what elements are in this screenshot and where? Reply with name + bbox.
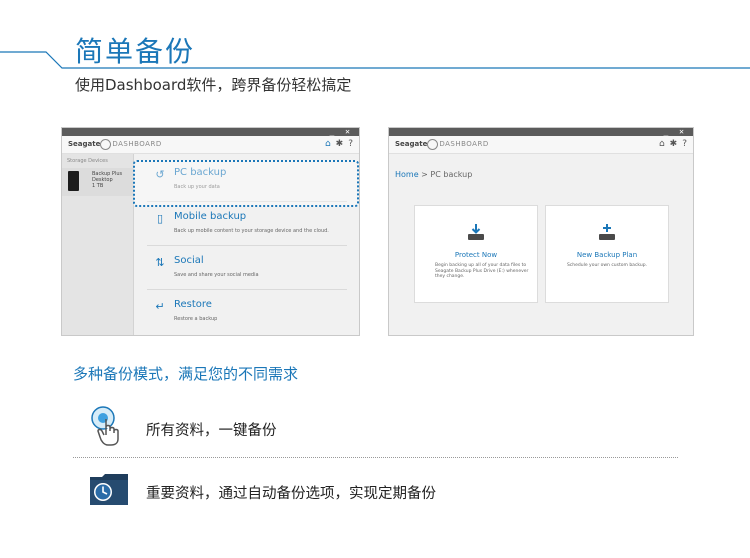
feature-auto-backup-text: 重要资料，通过自动备份选项，实现定期备份 (146, 486, 436, 502)
page-title: 简单备份 (75, 35, 196, 68)
menu-item-title: Restore (174, 299, 212, 310)
menu-item-mobile-backup[interactable]: ▯ Mobile backup Back up mobile content t… (147, 202, 347, 246)
seagate-logo: Seagate DASHBOARD (68, 140, 162, 148)
card-desc: Begin backing up all of your data files … (435, 263, 529, 279)
menu-item-social[interactable]: ⇅ Social Save and share your social medi… (147, 246, 347, 290)
menu-item-desc: Back up mobile content to your storage d… (174, 228, 329, 234)
window-controls[interactable]: _ ✕ (664, 128, 687, 136)
download-drive-icon (468, 224, 484, 240)
touch-hand-icon (91, 406, 119, 446)
features-title: 多种备份模式，满足您的不同需求 (73, 365, 299, 383)
storage-sidebar: Storage Devices Backup Plus Desktop 1 TB (62, 154, 134, 335)
menu-item-restore[interactable]: ↵ Restore Restore a backup (147, 290, 347, 334)
gear-icon[interactable]: ✱ (670, 139, 678, 149)
card-desc: Schedule your own custom backup. (566, 263, 648, 268)
phone-icon: ▯ (156, 212, 164, 225)
menu-item-desc: Save and share your social media (174, 272, 259, 278)
breadcrumb: Home > PC backup (395, 170, 472, 179)
page-subtitle: 使用Dashboard软件，跨界备份轻松搞定 (75, 76, 352, 94)
help-icon[interactable]: ? (348, 139, 353, 149)
seagate-spiral-icon (427, 139, 438, 150)
window-titlebar: _ ✕ (389, 128, 693, 136)
clock-folder-icon (90, 474, 128, 505)
home-icon[interactable]: ⌂ (325, 139, 331, 149)
protect-now-card[interactable]: Protect Now Begin backing up all of your… (414, 205, 538, 303)
menu-item-title: Mobile backup (174, 211, 247, 222)
card-title: Protect Now (454, 251, 498, 259)
feature-one-click-text: 所有资料，一键备份 (146, 423, 277, 439)
device-name: Backup Plus Desktop (92, 171, 123, 183)
features-divider (73, 457, 678, 458)
app-toolbar: Seagate DASHBOARD ⌂ ✱? (62, 136, 359, 154)
app-toolbar: Seagate DASHBOARD ⌂ ✱? (389, 136, 693, 154)
menu-item-desc: Restore a backup (174, 316, 218, 322)
seagate-spiral-icon (100, 139, 111, 150)
window-titlebar: _ ✕ (62, 128, 359, 136)
new-backup-plan-card[interactable]: New Backup Plan Schedule your own custom… (545, 205, 669, 303)
window-controls[interactable]: _ ✕ (330, 128, 353, 136)
breadcrumb-home[interactable]: Home (395, 170, 419, 179)
menu-item-title: Social (174, 255, 204, 266)
device-size: 1 TB (92, 183, 104, 189)
card-title: New Backup Plan (576, 251, 638, 259)
plus-drive-icon (599, 224, 615, 240)
return-arrow-icon: ↵ (155, 300, 165, 313)
dashboard-window-main: _ ✕ Seagate DASHBOARD ⌂ ✱? Storage Devices… (61, 127, 360, 336)
breadcrumb-current: PC backup (430, 170, 473, 179)
seagate-logo: Seagate DASHBOARD (395, 140, 489, 148)
transfer-arrows-icon: ⇅ (155, 256, 165, 269)
storage-device-item[interactable]: Backup Plus Desktop 1 TB (62, 168, 134, 196)
dashboard-window-pc-backup: _ ✕ Seagate DASHBOARD ⌂ ✱? Home > PC backu… (388, 127, 694, 336)
sidebar-label: Storage Devices (67, 158, 108, 164)
gear-icon[interactable]: ✱ (336, 139, 344, 149)
pc-backup-highlight (133, 160, 359, 207)
help-icon[interactable]: ? (682, 139, 687, 149)
drive-icon (68, 171, 79, 191)
home-icon[interactable]: ⌂ (659, 139, 665, 149)
